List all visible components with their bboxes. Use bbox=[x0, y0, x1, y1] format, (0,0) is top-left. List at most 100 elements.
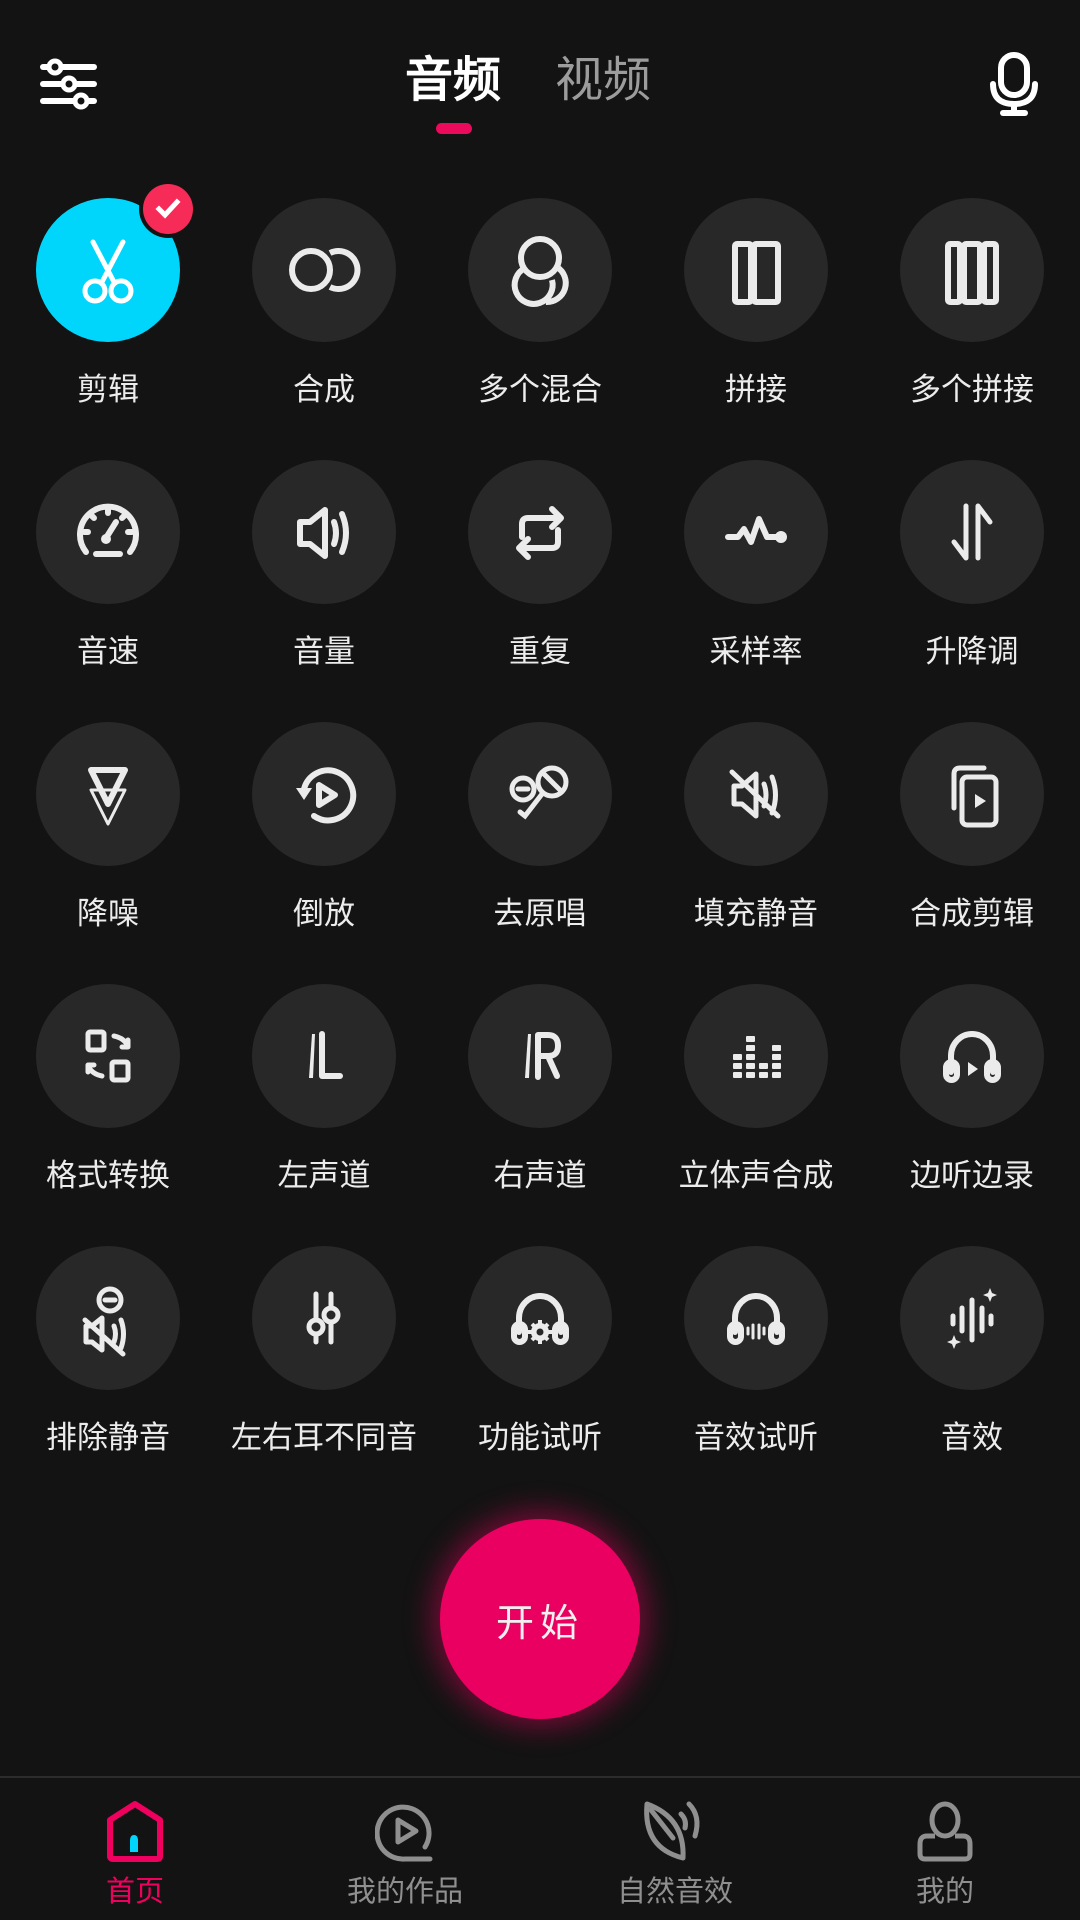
active-tab-indicator bbox=[436, 123, 472, 134]
header: 音频 视频 bbox=[0, 0, 1080, 150]
tool-splice[interactable]: 拼接 bbox=[648, 198, 864, 460]
tool-icon-circle bbox=[684, 722, 828, 866]
tool-icon-circle bbox=[684, 198, 828, 342]
tool-label: 音效 bbox=[941, 1420, 1003, 1456]
selected-check-badge bbox=[139, 180, 197, 238]
checkmark-icon bbox=[155, 198, 181, 219]
tool-function-preview[interactable]: 功能试听 bbox=[432, 1246, 648, 1508]
tool-left-channel[interactable]: 左声道 bbox=[216, 984, 432, 1246]
nav-profile[interactable]: 我的 bbox=[810, 1778, 1080, 1920]
listen-record-icon bbox=[943, 1031, 1001, 1083]
stereo-equalizer-icon bbox=[733, 1036, 781, 1078]
headphones-wave-icon bbox=[727, 1293, 785, 1345]
tool-merge-clip[interactable]: 合成剪辑 bbox=[864, 722, 1080, 984]
tool-pitch[interactable]: 升降调 bbox=[864, 460, 1080, 722]
tool-label: 去原唱 bbox=[493, 896, 587, 932]
pitch-arrows-icon bbox=[951, 503, 993, 561]
tool-fill-silence[interactable]: 填充静音 bbox=[648, 722, 864, 984]
nav-label: 首页 bbox=[105, 1874, 164, 1908]
format-convert-icon bbox=[85, 1029, 131, 1083]
tool-cut[interactable]: 剪辑 bbox=[0, 198, 216, 460]
tool-icon-circle bbox=[684, 1246, 828, 1390]
tool-icon-circle bbox=[900, 984, 1044, 1128]
sound-effect-sparkle-icon bbox=[947, 1288, 997, 1349]
fill-silence-icon bbox=[729, 769, 781, 819]
tool-speed[interactable]: 音速 bbox=[0, 460, 216, 722]
merge-clip-icon bbox=[951, 765, 999, 828]
tab-video[interactable]: 视频 bbox=[555, 50, 651, 110]
left-channel-icon bbox=[309, 1031, 343, 1079]
headphones-gear-icon bbox=[511, 1293, 569, 1345]
tool-label: 合成剪辑 bbox=[910, 896, 1034, 932]
tool-icon-circle bbox=[684, 984, 828, 1128]
scissors-icon bbox=[82, 239, 134, 304]
tool-left-right-different[interactable]: 左右耳不同音 bbox=[216, 1246, 432, 1508]
tool-label: 左右耳不同音 bbox=[231, 1420, 417, 1456]
start-button[interactable]: 开始 bbox=[440, 1519, 640, 1719]
tool-label: 边听边录 bbox=[910, 1158, 1034, 1194]
tool-label: 格式转换 bbox=[46, 1158, 170, 1194]
tool-icon-circle bbox=[252, 460, 396, 604]
multi-mix-icon bbox=[511, 236, 569, 307]
tool-format-convert[interactable]: 格式转换 bbox=[0, 984, 216, 1246]
tool-remove-silence[interactable]: 排除静音 bbox=[0, 1246, 216, 1508]
tool-listen-record[interactable]: 边听边录 bbox=[864, 984, 1080, 1246]
tool-label: 合成 bbox=[293, 372, 355, 408]
microphone-button[interactable] bbox=[984, 50, 1044, 118]
tool-sample-rate[interactable]: 采样率 bbox=[648, 460, 864, 722]
nav-my-works[interactable]: 我的作品 bbox=[270, 1778, 540, 1920]
tool-label: 倒放 bbox=[293, 896, 355, 932]
start-button-label: 开始 bbox=[495, 1600, 584, 1645]
bottom-navigation: 首页 我的作品 自然音效 我的 bbox=[0, 1776, 1080, 1920]
tab-audio[interactable]: 音频 bbox=[405, 50, 501, 110]
remove-vocal-icon bbox=[509, 765, 569, 820]
tool-label: 多个拼接 bbox=[910, 372, 1034, 408]
tool-icon-circle bbox=[252, 198, 396, 342]
tool-denoise[interactable]: 降噪 bbox=[0, 722, 216, 984]
merge-circles-icon bbox=[289, 248, 361, 292]
media-type-tabs: 音频 视频 bbox=[0, 50, 1080, 140]
tool-merge[interactable]: 合成 bbox=[216, 198, 432, 460]
tool-effect-preview[interactable]: 音效试听 bbox=[648, 1246, 864, 1508]
tool-stereo-merge[interactable]: 立体声合成 bbox=[648, 984, 864, 1246]
tool-icon-circle bbox=[252, 722, 396, 866]
nav-nature-sounds[interactable]: 自然音效 bbox=[540, 1778, 810, 1920]
nav-label: 我的 bbox=[915, 1874, 974, 1908]
tool-icon-circle bbox=[468, 198, 612, 342]
tool-label: 音速 bbox=[77, 634, 139, 670]
tool-icon-circle bbox=[36, 460, 180, 604]
reverse-play-icon bbox=[296, 767, 357, 824]
tool-label: 多个混合 bbox=[478, 372, 602, 408]
tool-icon-circle bbox=[252, 1246, 396, 1390]
tool-label: 剪辑 bbox=[77, 372, 139, 408]
right-channel-icon bbox=[525, 1032, 561, 1080]
tool-right-channel[interactable]: 右声道 bbox=[432, 984, 648, 1246]
speedometer-icon bbox=[77, 503, 139, 557]
tool-icon-circle bbox=[36, 984, 180, 1128]
tool-remove-vocal[interactable]: 去原唱 bbox=[432, 722, 648, 984]
tool-icon-circle bbox=[468, 460, 612, 604]
profile-icon bbox=[917, 1801, 973, 1862]
tool-icon-circle bbox=[900, 722, 1044, 866]
tool-repeat[interactable]: 重复 bbox=[432, 460, 648, 722]
tool-sound-effect[interactable]: 音效 bbox=[864, 1246, 1080, 1508]
nav-label: 我的作品 bbox=[346, 1874, 463, 1908]
sample-rate-icon bbox=[725, 516, 787, 545]
home-icon bbox=[107, 1801, 163, 1862]
nav-home[interactable]: 首页 bbox=[0, 1778, 270, 1920]
balance-sliders-icon bbox=[306, 1291, 341, 1345]
remove-silence-icon bbox=[82, 1286, 126, 1357]
splice-icon bbox=[732, 241, 781, 305]
denoise-icon bbox=[88, 767, 128, 826]
microphone-icon bbox=[990, 52, 1038, 116]
tool-icon-circle bbox=[900, 460, 1044, 604]
tool-multi-splice[interactable]: 多个拼接 bbox=[864, 198, 1080, 460]
nav-label: 自然音效 bbox=[616, 1874, 733, 1908]
tool-label: 音量 bbox=[293, 634, 355, 670]
tool-label: 音效试听 bbox=[694, 1420, 818, 1456]
tool-volume[interactable]: 音量 bbox=[216, 460, 432, 722]
tool-label: 填充静音 bbox=[694, 896, 818, 932]
volume-icon bbox=[297, 507, 349, 559]
tool-multi-mix[interactable]: 多个混合 bbox=[432, 198, 648, 460]
tool-reverse[interactable]: 倒放 bbox=[216, 722, 432, 984]
